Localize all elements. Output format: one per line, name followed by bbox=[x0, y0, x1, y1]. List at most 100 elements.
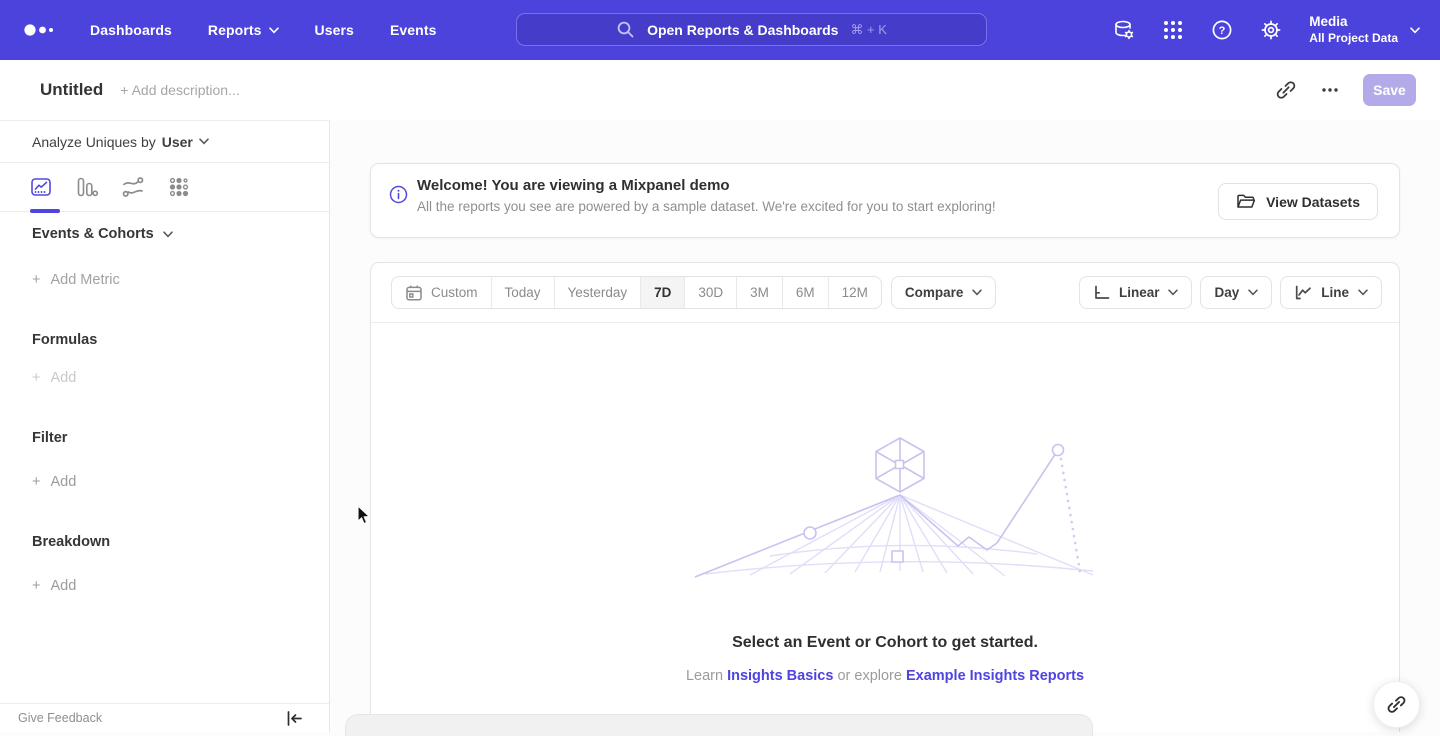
view-datasets-button[interactable]: View Datasets bbox=[1218, 183, 1378, 220]
top-nav: Dashboards Reports Users Events Open Rep… bbox=[0, 0, 1440, 60]
nav-right: ? Media All Project Data bbox=[1113, 0, 1420, 60]
chevron-down-icon bbox=[199, 138, 209, 145]
project-scope: All Project Data bbox=[1309, 31, 1398, 46]
date-range-yesterday[interactable]: Yesterday bbox=[554, 277, 641, 308]
data-management-icon[interactable] bbox=[1113, 19, 1135, 41]
bottom-panel-edge[interactable] bbox=[345, 714, 1093, 736]
date-range-7d[interactable]: 7D bbox=[640, 277, 684, 308]
calendar-icon bbox=[405, 284, 423, 302]
date-range-3m[interactable]: 3M bbox=[736, 277, 782, 308]
report-card: Custom Today Yesterday 7D 30D 3M 6M 12M … bbox=[370, 262, 1400, 732]
tab-funnels-icon[interactable] bbox=[76, 176, 98, 198]
date-range-today[interactable]: Today bbox=[491, 277, 554, 308]
learn-text: Learn bbox=[686, 668, 723, 684]
add-formula-label: Add bbox=[50, 370, 76, 386]
date-range-12m[interactable]: 12M bbox=[828, 277, 881, 308]
global-search[interactable]: Open Reports & Dashboards ⌘ + K bbox=[516, 13, 987, 46]
copy-link-icon[interactable] bbox=[1275, 79, 1297, 101]
settings-gear-icon[interactable] bbox=[1260, 19, 1282, 41]
give-feedback-link[interactable]: Give Feedback bbox=[18, 711, 102, 725]
linear-axis-icon bbox=[1093, 284, 1110, 301]
add-breakdown-button[interactable]: + Add bbox=[32, 578, 329, 594]
interval-dropdown[interactable]: Day bbox=[1200, 276, 1272, 309]
add-metric-label: Add Metric bbox=[50, 272, 119, 288]
interval-label: Day bbox=[1214, 285, 1239, 300]
active-tab-indicator bbox=[30, 209, 60, 213]
project-switcher[interactable]: Media All Project Data bbox=[1309, 14, 1420, 46]
project-name: Media bbox=[1309, 14, 1398, 31]
add-metric-button[interactable]: + Add Metric bbox=[32, 272, 329, 288]
events-cohorts-header[interactable]: Events & Cohorts bbox=[32, 226, 329, 242]
date-range-control: Custom Today Yesterday 7D 30D 3M 6M 12M bbox=[391, 276, 882, 309]
apps-grid-icon[interactable] bbox=[1162, 19, 1184, 41]
tab-flows-icon[interactable] bbox=[122, 176, 144, 198]
scale-label: Linear bbox=[1119, 285, 1160, 300]
date-range-today-label: Today bbox=[505, 285, 541, 300]
collapse-sidebar-icon[interactable] bbox=[286, 710, 303, 727]
analyze-label: Analyze Uniques by bbox=[32, 134, 156, 150]
empty-state-links: Learn Insights Basics or explore Example… bbox=[686, 668, 1084, 684]
chart-toolbar: Custom Today Yesterday 7D 30D 3M 6M 12M … bbox=[371, 263, 1399, 323]
plus-icon: + bbox=[32, 474, 40, 490]
analyze-value: User bbox=[162, 134, 193, 150]
info-icon bbox=[389, 185, 408, 204]
share-link-fab[interactable] bbox=[1373, 681, 1420, 728]
nav-users-label: Users bbox=[315, 22, 354, 38]
query-sidebar: Analyze Uniques by User bbox=[0, 120, 330, 732]
date-range-30d[interactable]: 30D bbox=[684, 277, 736, 308]
chevron-down-icon bbox=[163, 231, 173, 238]
compare-button[interactable]: Compare bbox=[891, 276, 997, 309]
mixpanel-logo-icon[interactable] bbox=[22, 20, 58, 40]
primary-nav: Dashboards Reports Users Events bbox=[90, 22, 436, 38]
add-filter-button[interactable]: + Add bbox=[32, 474, 329, 490]
scale-dropdown[interactable]: Linear bbox=[1079, 276, 1193, 309]
plus-icon: + bbox=[32, 370, 40, 386]
date-range-custom[interactable]: Custom bbox=[392, 277, 491, 308]
empty-state-illustration bbox=[675, 425, 1095, 585]
compare-label: Compare bbox=[905, 285, 964, 300]
events-cohorts-label: Events & Cohorts bbox=[32, 226, 154, 242]
or-explore-text: or explore bbox=[837, 668, 901, 684]
nav-events[interactable]: Events bbox=[390, 22, 437, 38]
chevron-down-icon bbox=[1410, 27, 1420, 34]
demo-banner: Welcome! You are viewing a Mixpanel demo… bbox=[370, 163, 1400, 238]
example-reports-link[interactable]: Example Insights Reports bbox=[906, 668, 1084, 684]
view-datasets-label: View Datasets bbox=[1266, 194, 1360, 210]
chevron-down-icon bbox=[1168, 289, 1178, 296]
report-header: Untitled + Add description... Save bbox=[0, 60, 1440, 120]
banner-title: Welcome! You are viewing a Mixpanel demo bbox=[417, 177, 996, 194]
date-range-yesterday-label: Yesterday bbox=[568, 285, 628, 300]
analyze-value-dropdown[interactable]: User bbox=[162, 134, 209, 150]
folder-open-icon bbox=[1236, 193, 1256, 211]
breakdown-section-title: Breakdown bbox=[32, 534, 329, 550]
help-icon[interactable]: ? bbox=[1211, 19, 1233, 41]
date-range-6m[interactable]: 6M bbox=[782, 277, 828, 308]
plus-icon: + bbox=[32, 578, 40, 594]
nav-users[interactable]: Users bbox=[315, 22, 354, 38]
banner-subtitle: All the reports you see are powered by a… bbox=[417, 199, 996, 214]
save-button[interactable]: Save bbox=[1363, 74, 1416, 106]
chart-type-dropdown[interactable]: Line bbox=[1280, 276, 1382, 309]
more-options-icon[interactable] bbox=[1319, 79, 1341, 101]
chevron-down-icon bbox=[269, 27, 279, 34]
date-range-6m-label: 6M bbox=[796, 285, 815, 300]
chart-type-label: Line bbox=[1321, 285, 1349, 300]
nav-dashboards[interactable]: Dashboards bbox=[90, 22, 172, 38]
report-description-placeholder[interactable]: + Add description... bbox=[120, 82, 239, 98]
date-range-custom-label: Custom bbox=[431, 285, 478, 300]
filter-section-title: Filter bbox=[32, 430, 329, 446]
date-range-7d-label: 7D bbox=[654, 285, 671, 300]
add-formula-button[interactable]: + Add bbox=[32, 370, 329, 386]
plus-icon: + bbox=[32, 272, 40, 288]
search-placeholder: Open Reports & Dashboards bbox=[647, 22, 838, 38]
insights-basics-link[interactable]: Insights Basics bbox=[727, 668, 833, 684]
link-icon bbox=[1386, 694, 1407, 715]
nav-reports[interactable]: Reports bbox=[208, 22, 279, 38]
nav-dashboards-label: Dashboards bbox=[90, 22, 172, 38]
report-title[interactable]: Untitled bbox=[40, 80, 103, 100]
sidebar-footer: Give Feedback bbox=[0, 703, 329, 732]
tab-insights-icon[interactable] bbox=[30, 176, 52, 198]
tab-retention-icon[interactable] bbox=[168, 176, 190, 198]
nav-events-label: Events bbox=[390, 22, 437, 38]
add-breakdown-label: Add bbox=[50, 578, 76, 594]
